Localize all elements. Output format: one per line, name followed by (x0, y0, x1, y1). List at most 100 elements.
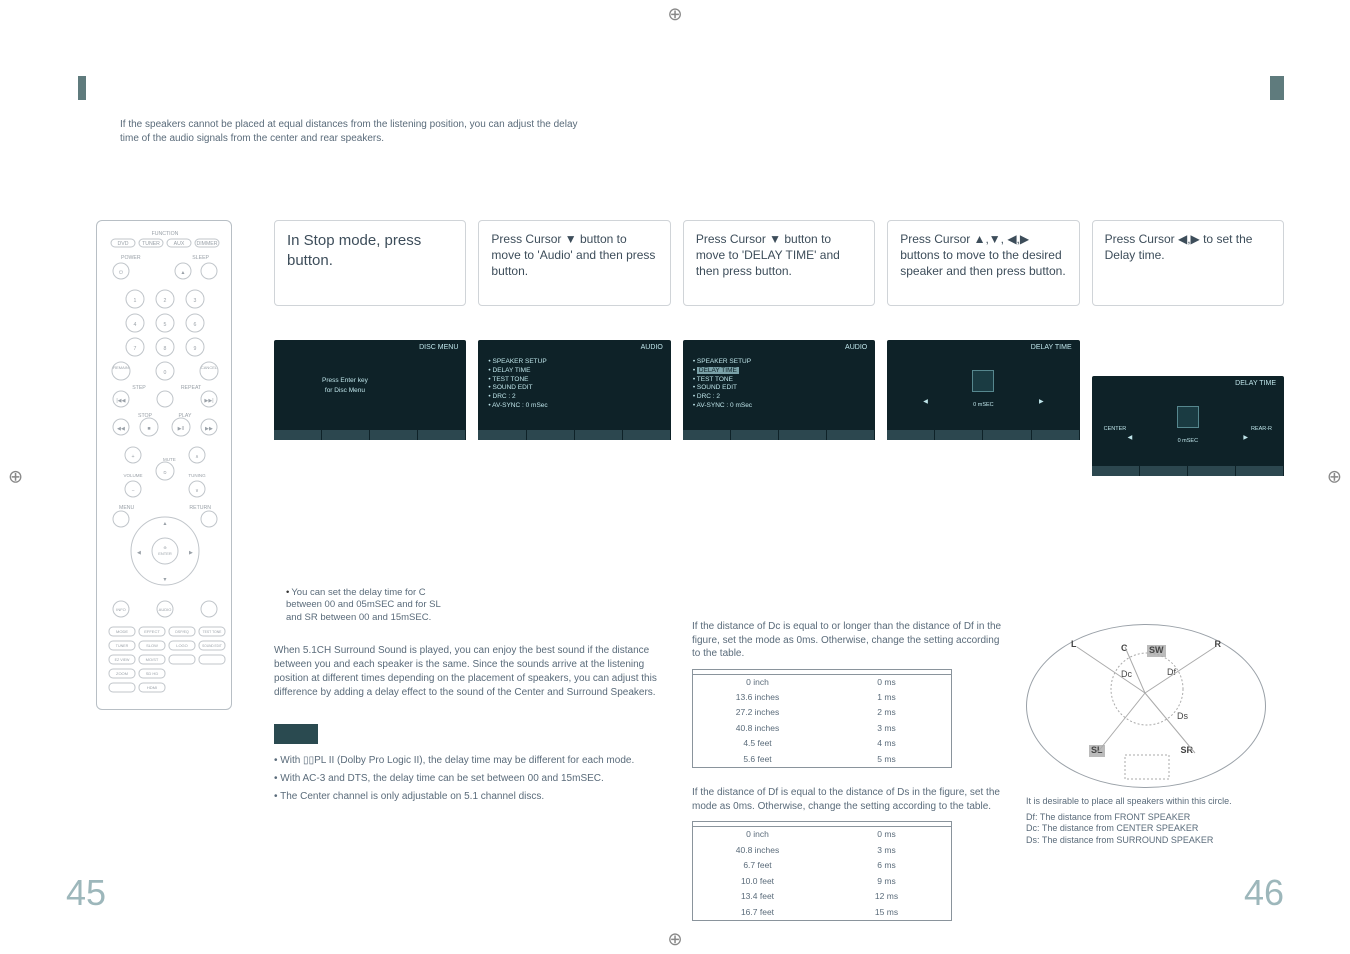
note-icon (274, 724, 318, 744)
svg-text:1: 1 (134, 298, 137, 304)
page-number-left: 45 (66, 872, 106, 914)
lower-mid-column: If the distance of Dc is equal to or lon… (692, 620, 1002, 921)
step-3-title: Press Cursor ▼ button to move to 'DELAY … (683, 220, 875, 306)
svg-text:ZOOM: ZOOM (116, 671, 128, 676)
center-delay-table: 0 inch0 ms 13.6 inches1 ms 27.2 inches2 … (692, 669, 952, 769)
svg-text:AUX: AUX (174, 241, 185, 247)
svg-text:∧: ∧ (195, 454, 199, 460)
svg-text:ENTER: ENTER (158, 551, 172, 556)
svg-text:SOUND EDIT: SOUND EDIT (202, 644, 222, 648)
svg-text:POWER: POWER (121, 255, 141, 261)
svg-text:EFFECT: EFFECT (144, 629, 160, 634)
svg-text:0: 0 (164, 370, 167, 376)
svg-text:7: 7 (134, 346, 137, 352)
svg-text:⊕: ⊕ (163, 545, 166, 550)
svg-text:INFO: INFO (116, 607, 126, 612)
svg-text:VOLUME: VOLUME (123, 473, 142, 478)
svg-text:MODE: MODE (116, 629, 128, 634)
svg-text:⏻: ⏻ (119, 270, 123, 276)
surround-delay-table: 0 inch0 ms 40.8 inches3 ms 6.7 feet6 ms … (692, 821, 952, 921)
svg-text:9: 9 (194, 346, 197, 352)
surround-explanation: When 5.1CH Surround Sound is played, you… (274, 644, 666, 700)
osd-screenshot-2: AUDIO • SPEAKER SETUP • DELAY TIME • TES… (478, 340, 670, 440)
osd-screenshot-3: AUDIO • SPEAKER SETUP • DELAY TIME • TES… (683, 340, 875, 440)
svg-text:◀: ◀ (137, 550, 141, 556)
svg-text:MUTE: MUTE (163, 457, 176, 462)
side-tab-right (1270, 76, 1284, 100)
registration-mark-bottom: ⊕ (667, 929, 682, 950)
svg-text:DSP/EQ: DSP/EQ (175, 630, 189, 634)
svg-text:SLEEP: SLEEP (192, 255, 209, 261)
svg-text:▶▶: ▶▶ (205, 426, 213, 432)
svg-text:■: ■ (147, 426, 150, 432)
svg-text:|◀◀: |◀◀ (116, 398, 125, 404)
speaker-placement-diagram: L C SW R Dc Df Ds SL SR It is desirable … (1026, 624, 1282, 847)
svg-text:◀◀: ◀◀ (117, 426, 125, 432)
svg-text:STEP: STEP (132, 385, 146, 391)
registration-mark-top: ⊕ (667, 4, 682, 25)
svg-text:LOGO: LOGO (176, 643, 188, 648)
registration-mark-right: ⊕ (1327, 467, 1342, 488)
registration-mark-left: ⊕ (8, 467, 23, 488)
svg-text:EZ VIEW: EZ VIEW (115, 658, 130, 662)
side-tab-left (78, 76, 86, 100)
svg-text:▼: ▼ (162, 577, 167, 583)
remote-illustration: FUNCTION DVD TUNER AUX DIMMER POWER SLEE… (96, 220, 232, 710)
step-5-note: •You can set the delay time for C betwee… (286, 587, 450, 624)
svg-text:2: 2 (164, 298, 167, 304)
svg-text:REPEAT: REPEAT (181, 385, 202, 391)
svg-text:8: 8 (164, 346, 167, 352)
svg-text:▶: ▶ (189, 550, 193, 556)
svg-text:▶▶|: ▶▶| (204, 398, 213, 404)
osd-screenshot-4: DELAY TIME ◀ ▶ 0 mSEC (887, 340, 1079, 440)
note-item-1: • With ▯▯PL II (Dolby Pro Logic II), the… (274, 754, 666, 768)
osd-screenshot-1: DISC MENU Press Enter key for Disc Menu (274, 340, 466, 440)
svg-text:6: 6 (194, 322, 197, 328)
svg-text:DIMMER: DIMMER (196, 241, 217, 247)
step-3: Press Cursor ▼ button to move to 'DELAY … (683, 220, 875, 570)
step-2-title: Press Cursor ▼ button to move to 'Audio'… (478, 220, 670, 306)
svg-text:CANCEL: CANCEL (201, 365, 218, 370)
svg-text:MENU: MENU (119, 505, 135, 511)
svg-text:▲: ▲ (180, 270, 185, 276)
svg-text:MO/ST: MO/ST (146, 657, 159, 662)
svg-text:TUNING: TUNING (188, 473, 206, 478)
osd-screenshot-5: DELAY TIME CENTER REAR-R ◀ ▶ 0 mSEC (1092, 376, 1284, 476)
svg-text:TUNER: TUNER (116, 644, 129, 648)
svg-text:RETURN: RETURN (189, 505, 211, 511)
diagram-legend: Df: The distance from FRONT SPEAKER Dc: … (1026, 812, 1282, 847)
note-item-2: • With AC-3 and DTS, the delay time can … (274, 772, 666, 786)
svg-text:AUDIO: AUDIO (159, 607, 172, 612)
steps-row: In Stop mode, press button. DISC MENU Pr… (274, 220, 1284, 570)
svg-text:REMAIN: REMAIN (113, 365, 129, 370)
svg-text:DVD: DVD (118, 241, 129, 247)
step-5-title: Press Cursor ◀,▶ to set the Delay time. (1092, 220, 1284, 306)
diagram-caption: It is desirable to place all speakers wi… (1026, 796, 1282, 808)
svg-text:▲: ▲ (162, 521, 167, 527)
step-4: Press Cursor ▲,▼, ◀,▶ buttons to move to… (887, 220, 1079, 570)
step-2: Press Cursor ▼ button to move to 'Audio'… (478, 220, 670, 570)
page-number-right: 46 (1244, 872, 1284, 914)
svg-text:TUNER: TUNER (142, 241, 160, 247)
svg-text:⦸: ⦸ (163, 470, 167, 476)
surround-delay-intro: If the distance of Df is equal to the di… (692, 786, 1002, 813)
intro-paragraph: If the speakers cannot be placed at equa… (120, 118, 590, 145)
step-1-title: In Stop mode, press button. (274, 220, 466, 306)
lower-left-column: When 5.1CH Surround Sound is played, you… (274, 644, 666, 808)
note-item-3: • The Center channel is only adjustable … (274, 790, 666, 804)
svg-text:SD HD: SD HD (146, 671, 159, 676)
svg-text:3: 3 (194, 298, 197, 304)
center-delay-intro: If the distance of Dc is equal to or lon… (692, 620, 1002, 661)
note-box: • With ▯▯PL II (Dolby Pro Logic II), the… (274, 724, 666, 804)
remote-function-label: FUNCTION (152, 231, 179, 237)
svg-text:TEST TONE: TEST TONE (203, 630, 223, 634)
step-5: Press Cursor ◀,▶ to set the Delay time. … (1092, 220, 1284, 570)
svg-text:SLOW: SLOW (146, 643, 158, 648)
svg-text:+: + (131, 454, 134, 460)
svg-text:−: − (131, 488, 134, 494)
step-1: In Stop mode, press button. DISC MENU Pr… (274, 220, 466, 570)
step-4-title: Press Cursor ▲,▼, ◀,▶ buttons to move to… (887, 220, 1079, 306)
svg-text:HDMI: HDMI (147, 685, 157, 690)
svg-text:∨: ∨ (195, 488, 199, 494)
svg-text:4: 4 (134, 322, 137, 328)
